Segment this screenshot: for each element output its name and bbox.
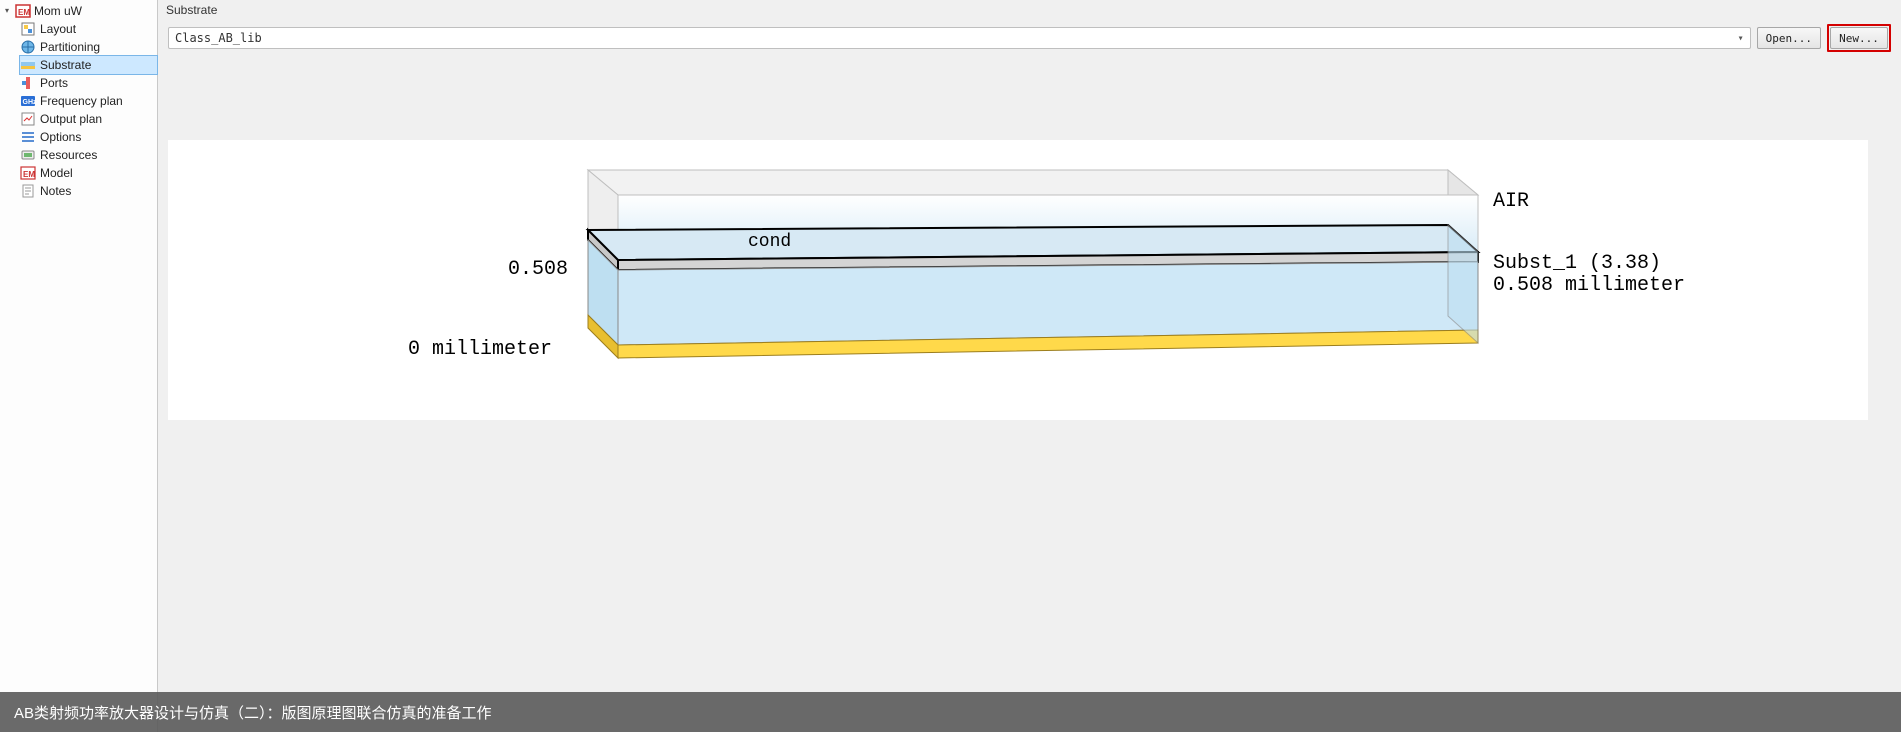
sidebar-item-notes[interactable]: Notes: [20, 182, 157, 200]
svg-text:GHz: GHz: [23, 99, 37, 106]
sidebar-item-model[interactable]: EM Model: [20, 164, 157, 182]
subst-thickness-label: 0.508 millimeter: [1493, 274, 1685, 297]
substrate-select-value: Class_AB_lib: [175, 31, 262, 45]
subst-name-label: Subst_1 (3.38): [1493, 252, 1661, 275]
sidebar-item-label: Substrate: [40, 58, 91, 72]
output-plan-icon: [20, 111, 36, 127]
em-icon: EM: [15, 3, 31, 19]
caption-text: AB类射频功率放大器设计与仿真（二）：版图原理图联合仿真的准备工作: [14, 702, 492, 723]
sidebar-item-options[interactable]: Options: [20, 128, 157, 146]
main-panel: Substrate Class_AB_lib ▾ Open... New...: [158, 0, 1901, 732]
caption-bar: AB类射频功率放大器设计与仿真（二）：版图原理图联合仿真的准备工作: [0, 692, 1901, 732]
new-button[interactable]: New...: [1830, 27, 1888, 49]
sidebar-item-frequency-plan[interactable]: GHz Frequency plan: [20, 92, 157, 110]
sidebar-item-output-plan[interactable]: Output plan: [20, 110, 157, 128]
tree-root-label: Mom uW: [34, 4, 82, 18]
cond-label: cond: [748, 232, 791, 252]
sidebar-item-resources[interactable]: Resources: [20, 146, 157, 164]
sidebar-item-substrate[interactable]: Substrate: [19, 55, 158, 75]
ports-icon: [20, 75, 36, 91]
sidebar-item-label: Output plan: [40, 112, 102, 126]
sidebar-item-label: Ports: [40, 76, 68, 90]
chevron-down-icon: ▾: [1738, 33, 1744, 44]
svg-text:EM: EM: [23, 170, 35, 179]
substrate-select[interactable]: Class_AB_lib ▾: [168, 27, 1751, 49]
partitioning-icon: [20, 39, 36, 55]
new-button-highlight: New...: [1827, 24, 1891, 52]
left-508-label: 0.508: [508, 258, 568, 281]
options-icon: [20, 129, 36, 145]
open-button[interactable]: Open...: [1757, 27, 1821, 49]
sidebar-item-label: Notes: [40, 184, 71, 198]
sidebar-item-layout[interactable]: Layout: [20, 20, 157, 38]
svg-text:EM: EM: [18, 8, 30, 17]
substrate-diagram: AIR Subst_1 (3.38) 0.508 millimeter 0.50…: [168, 140, 1868, 420]
sidebar-item-partitioning[interactable]: Partitioning: [20, 38, 157, 56]
resources-icon: [20, 147, 36, 163]
model-icon: EM: [20, 165, 36, 181]
substrate-icon: [20, 57, 36, 73]
zero-millimeter-label: 0 millimeter: [408, 338, 552, 361]
sidebar-item-label: Model: [40, 166, 73, 180]
sidebar-item-ports[interactable]: Ports: [20, 74, 157, 92]
layout-icon: [20, 21, 36, 37]
sidebar-item-label: Resources: [40, 148, 97, 162]
sidebar-item-label: Options: [40, 130, 81, 144]
frequency-plan-icon: GHz: [20, 93, 36, 109]
panel-title: Substrate: [158, 0, 1901, 20]
sidebar: ▾ EM Mom uW Layout Partitioning: [0, 0, 158, 732]
sidebar-item-label: Frequency plan: [40, 94, 123, 108]
substrate-toolbar: Class_AB_lib ▾ Open... New...: [158, 20, 1901, 60]
sidebar-item-label: Layout: [40, 22, 76, 36]
notes-icon: [20, 183, 36, 199]
tree-root[interactable]: ▾ EM Mom uW: [0, 2, 157, 20]
sidebar-item-label: Partitioning: [40, 40, 100, 54]
tree-caret-icon[interactable]: ▾: [2, 6, 12, 15]
substrate-viewport: AIR Subst_1 (3.38) 0.508 millimeter 0.50…: [168, 60, 1891, 722]
air-layer-label: AIR: [1493, 190, 1529, 213]
